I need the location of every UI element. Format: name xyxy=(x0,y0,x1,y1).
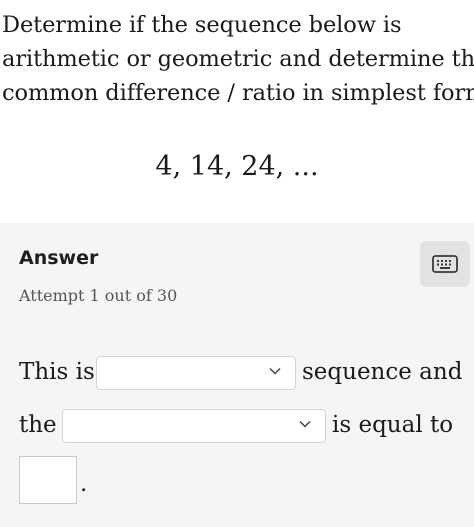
line2-suffix: is equal to xyxy=(332,412,454,438)
sequence-type-select[interactable] xyxy=(96,356,296,390)
question-line-3: common difference / ratio in simplest fo… xyxy=(2,80,474,106)
sequence-display: 4, 14, 24, ... xyxy=(155,151,319,182)
question-line-2: arithmetic or geometric and determine th… xyxy=(2,46,474,72)
chevron-down-icon xyxy=(269,367,281,375)
answer-input[interactable] xyxy=(19,456,77,504)
difference-ratio-select[interactable] xyxy=(62,409,326,443)
question-line-1: Determine if the sequence below is xyxy=(2,12,402,38)
answer-title: Answer xyxy=(19,247,99,269)
page: Determine if the sequence below is arith… xyxy=(0,0,474,527)
terminal-period: . xyxy=(80,471,88,497)
chevron-down-icon xyxy=(299,420,311,428)
attempt-counter: Attempt 1 out of 30 xyxy=(19,286,178,305)
line2-prefix: the xyxy=(19,412,57,438)
keyboard-icon xyxy=(432,255,458,273)
line1-prefix: This is xyxy=(19,359,95,385)
line1-suffix: sequence and xyxy=(302,359,463,385)
keyboard-button[interactable] xyxy=(420,241,470,287)
answer-panel: Answer Attempt 1 out of 30 This is seque… xyxy=(0,223,474,527)
question-text: Determine if the sequence below is arith… xyxy=(2,8,474,110)
